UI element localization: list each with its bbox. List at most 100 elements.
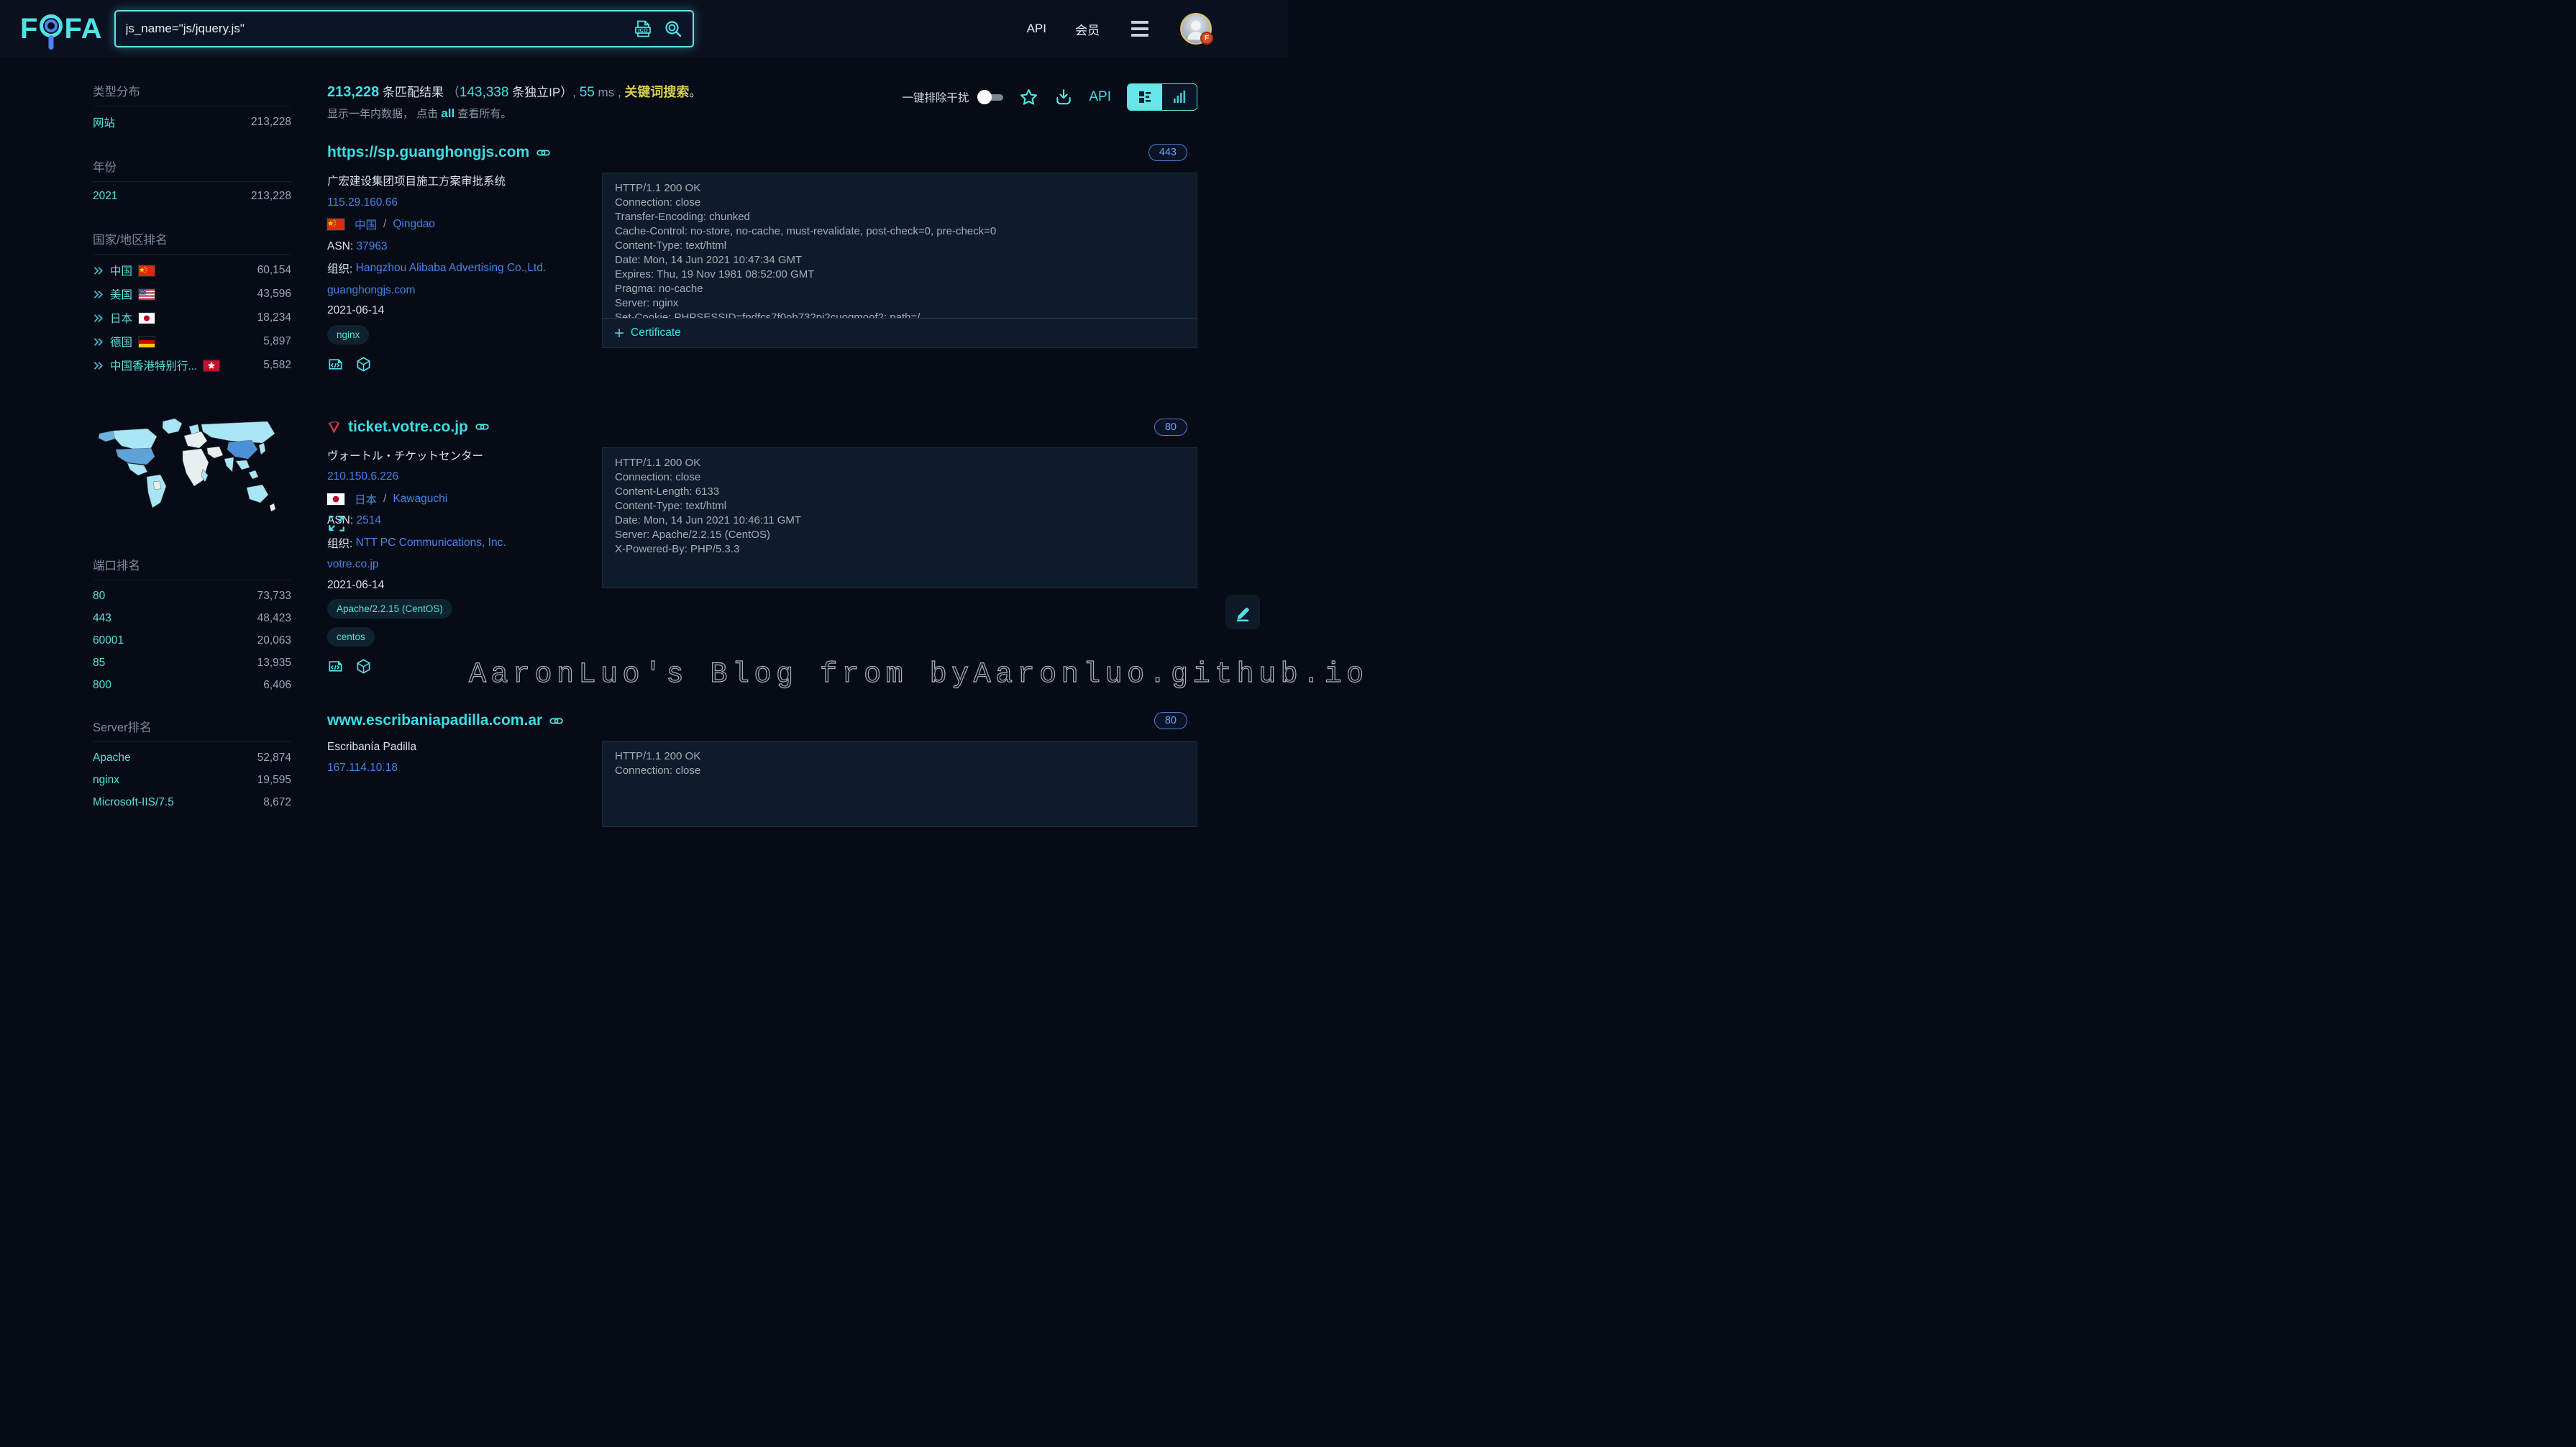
topbar: F FA API 会员 F bbox=[0, 0, 1288, 58]
tag-nginx[interactable]: nginx bbox=[327, 325, 369, 344]
link-icon[interactable] bbox=[536, 146, 550, 160]
facet-label[interactable]: 85 bbox=[93, 657, 105, 670]
http-headers-panel[interactable]: HTTP/1.1 200 OK Connection: close bbox=[602, 741, 1197, 827]
facet-row-port-80[interactable]: 80 73,733 bbox=[93, 580, 291, 603]
country-link[interactable]: 中国 bbox=[355, 216, 377, 232]
facet-value: 18,234 bbox=[257, 311, 291, 324]
menu-icon[interactable] bbox=[1128, 18, 1151, 40]
view-all-link[interactable]: all bbox=[441, 106, 455, 120]
link-icon[interactable] bbox=[549, 714, 563, 728]
nav-member-link[interactable]: 会员 bbox=[1075, 20, 1100, 38]
exclude-noise-toggle[interactable] bbox=[977, 90, 1003, 104]
country-link[interactable]: 日本 bbox=[355, 491, 377, 507]
facet-row-port-60001[interactable]: 60001 20,063 bbox=[93, 625, 291, 647]
result-title-link[interactable]: https://sp.guanghongjs.com bbox=[327, 144, 529, 161]
facet-label[interactable]: Apache bbox=[93, 752, 131, 764]
facet-row-port-800[interactable]: 800 6,406 bbox=[93, 670, 291, 692]
flag-us-icon bbox=[139, 289, 155, 300]
edit-fab-button[interactable] bbox=[1225, 595, 1260, 629]
nav-api-link[interactable]: API bbox=[1027, 22, 1046, 36]
sidebar-section-type: 类型分布 网站 213,228 bbox=[93, 82, 291, 130]
source-code-icon[interactable] bbox=[327, 658, 344, 675]
facet-row-country-cn[interactable]: 中国 60,154 bbox=[93, 255, 291, 278]
facet-label[interactable]: 美国 bbox=[110, 286, 132, 302]
asn-link[interactable]: 2514 bbox=[357, 514, 381, 527]
star-icon[interactable] bbox=[1019, 88, 1038, 107]
list-view-button[interactable] bbox=[1128, 84, 1162, 110]
double-chevron-icon bbox=[93, 290, 104, 299]
facet-label[interactable]: 2021 bbox=[93, 190, 117, 203]
facet-label[interactable]: 日本 bbox=[110, 310, 132, 326]
result-title-link[interactable]: ticket.votre.co.jp bbox=[348, 419, 468, 436]
facet-row-country-us[interactable]: 美国 43,596 bbox=[93, 278, 291, 302]
link-icon[interactable] bbox=[475, 420, 489, 434]
org-link[interactable]: NTT PC Communications, Inc. bbox=[356, 537, 506, 549]
unique-ip-count: 143,338 bbox=[460, 85, 509, 100]
world-map[interactable] bbox=[93, 415, 287, 534]
facet-row-server-nginx[interactable]: nginx 19,595 bbox=[93, 764, 291, 787]
facet-label[interactable]: 800 bbox=[93, 679, 111, 692]
facet-row-port-85[interactable]: 85 13,935 bbox=[93, 647, 291, 670]
sidebar-section-countries: 国家/地区排名 中国 60,154 美国 43,596 日本 18,234 bbox=[93, 230, 291, 373]
city-link[interactable]: Kawaguchi bbox=[393, 493, 447, 506]
products-icon[interactable] bbox=[355, 658, 372, 675]
search-bar bbox=[114, 10, 694, 47]
api-button[interactable]: API bbox=[1089, 89, 1111, 105]
facet-label[interactable]: nginx bbox=[93, 774, 119, 787]
facet-row-country-de[interactable]: 德国 5,897 bbox=[93, 326, 291, 350]
facet-row-server-apache[interactable]: Apache 52,874 bbox=[93, 742, 291, 764]
facet-label[interactable]: 60001 bbox=[93, 634, 124, 647]
site-name: Escribanía Padilla bbox=[327, 741, 590, 754]
facet-label[interactable]: 80 bbox=[93, 590, 105, 603]
facet-value: 48,423 bbox=[257, 612, 291, 625]
search-input[interactable] bbox=[126, 22, 634, 36]
facet-value: 8,672 bbox=[263, 796, 291, 809]
source-code-icon[interactable] bbox=[327, 356, 344, 373]
flag-cn-icon bbox=[327, 219, 344, 230]
http-headers-panel[interactable]: HTTP/1.1 200 OK Connection: close Conten… bbox=[602, 447, 1197, 588]
domain-link[interactable]: votre.co.jp bbox=[327, 558, 379, 571]
facet-label[interactable]: 中国香港特别行... bbox=[110, 357, 197, 373]
facet-label[interactable]: 443 bbox=[93, 612, 111, 625]
results-toolbar: 213,228 条匹配结果 （143,338 条独立IP）, 55 ms , 关… bbox=[327, 82, 1197, 121]
download-icon[interactable] bbox=[1054, 88, 1073, 106]
facet-row-2021[interactable]: 2021 213,228 bbox=[93, 182, 291, 203]
search-icon[interactable] bbox=[664, 19, 682, 38]
facet-row-server-iis[interactable]: Microsoft-IIS/7.5 8,672 bbox=[93, 787, 291, 809]
top-navigation: API 会员 F bbox=[1027, 13, 1212, 45]
facet-row-website[interactable]: 网站 213,228 bbox=[93, 106, 291, 130]
avatar-badge: F bbox=[1200, 32, 1213, 45]
city-link[interactable]: Qingdao bbox=[393, 218, 435, 231]
http-headers-panel[interactable]: HTTP/1.1 200 OK Connection: close Transf… bbox=[602, 173, 1197, 318]
org-link[interactable]: Hangzhou Alibaba Advertising Co.,Ltd. bbox=[356, 262, 547, 275]
http-response: HTTP/1.1 200 OK Connection: close Transf… bbox=[602, 173, 1197, 373]
data-range-hint: 显示一年内数据， 点击 all 查看所有。 bbox=[327, 106, 701, 121]
facet-label[interactable]: Microsoft-IIS/7.5 bbox=[93, 796, 174, 809]
port-badge[interactable]: 80 bbox=[1154, 419, 1187, 436]
facet-label[interactable]: 德国 bbox=[110, 334, 132, 350]
map-expand-icon[interactable] bbox=[327, 514, 346, 533]
result-title-link[interactable]: www.escribaniapadilla.com.ar bbox=[327, 712, 542, 729]
facet-row-country-jp[interactable]: 日本 18,234 bbox=[93, 302, 291, 326]
scan-date: 2021-06-14 bbox=[327, 579, 590, 592]
asn-link[interactable]: 37963 bbox=[357, 240, 388, 253]
facet-label[interactable]: 网站 bbox=[93, 114, 115, 130]
ip-link[interactable]: 115.29.160.66 bbox=[327, 196, 398, 209]
ip-link[interactable]: 210.150.6.226 bbox=[327, 470, 398, 483]
facet-label[interactable]: 中国 bbox=[110, 263, 132, 278]
icon-search-ico[interactable] bbox=[634, 19, 652, 38]
facet-row-country-hk[interactable]: 中国香港特别行... 5,582 bbox=[93, 350, 291, 373]
tag-centos[interactable]: centos bbox=[327, 627, 375, 647]
chart-view-button[interactable] bbox=[1162, 84, 1197, 110]
ip-link[interactable]: 167.114.10.18 bbox=[327, 762, 398, 775]
keyword-search-link[interactable]: 关键词搜索 bbox=[624, 85, 689, 99]
fofa-logo[interactable]: F FA bbox=[20, 13, 103, 45]
port-badge[interactable]: 80 bbox=[1154, 712, 1187, 729]
port-badge[interactable]: 443 bbox=[1148, 144, 1187, 161]
tag-apache[interactable]: Apache/2.2.15 (CentOS) bbox=[327, 599, 452, 618]
avatar[interactable]: F bbox=[1180, 13, 1212, 45]
facet-row-port-443[interactable]: 443 48,423 bbox=[93, 603, 291, 625]
products-icon[interactable] bbox=[355, 356, 372, 373]
certificate-expander[interactable]: Certificate bbox=[602, 318, 1197, 348]
domain-link[interactable]: guanghongjs.com bbox=[327, 284, 415, 297]
